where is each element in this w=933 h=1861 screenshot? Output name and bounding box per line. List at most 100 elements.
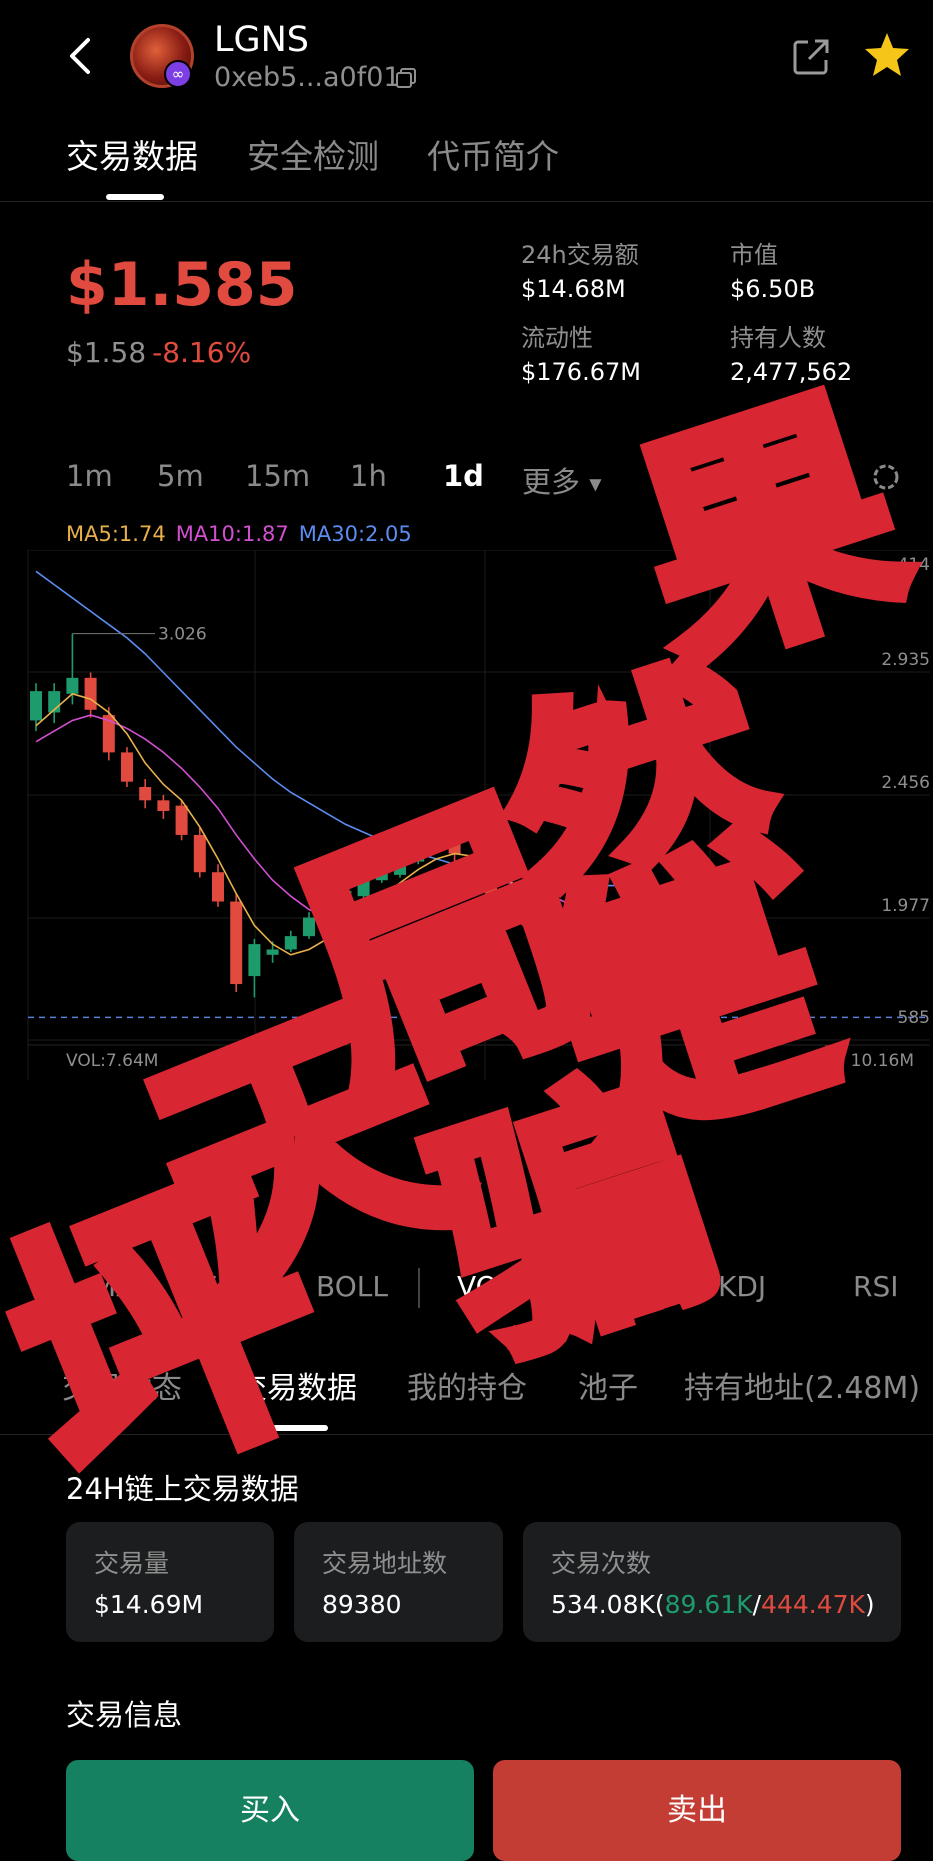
ma5-line (35, 692, 747, 975)
caret-down-icon: ▼ (589, 474, 602, 494)
interval-more[interactable]: 更多 ▼ (522, 459, 602, 501)
token-name: LGNS (214, 20, 310, 60)
tab-my-holdings[interactable]: 我的持仓 (407, 1363, 527, 1407)
txns-sells: 444.47K (761, 1590, 865, 1619)
chart-canvas: 3.026 414 2.935 2.456 1.977 585 VOL:7.64M 10.16… (27, 550, 930, 1080)
candle-body (139, 787, 152, 801)
candle-body (230, 901, 243, 985)
txns-card-label: 交易次数 (551, 1549, 652, 1578)
candle-body (121, 752, 133, 782)
candle-body (739, 965, 752, 982)
back-arrow-icon[interactable] (62, 34, 96, 78)
tab-holder-addresses[interactable]: 持有地址(2.48M) (684, 1363, 920, 1407)
vol-label: VOL:7.64M (66, 1051, 158, 1071)
current-price: $1.585 (66, 250, 298, 320)
interval-15m[interactable]: 15m (245, 459, 310, 493)
indicator-rsi[interactable]: RSI (853, 1270, 899, 1303)
copy-icon[interactable] (394, 66, 418, 90)
ma30-value: MA30:2.05 (298, 522, 412, 546)
candle-body (248, 944, 261, 977)
interval-1d[interactable]: 1d (443, 459, 484, 493)
candle-body (357, 877, 370, 897)
vol-max-label: 10.16M (851, 1051, 914, 1071)
tab-token-intro[interactable]: 代币简介 (427, 130, 559, 178)
y-tick-label: 414 (898, 555, 930, 575)
holders-label: 持有人数 (730, 324, 826, 352)
price-change: -8.16% (152, 336, 252, 369)
tab-trade-data-section[interactable]: 交易数据 (237, 1363, 357, 1407)
txns-card: 交易次数 534.08K(89.61K/444.47K) (523, 1522, 901, 1642)
ma10-line (35, 714, 747, 943)
indicator-boll[interactable]: BOLL (316, 1270, 388, 1303)
section-tabs: 交易动态 交易数据 我的持仓 池子 持有地址(2.48M) (0, 1355, 933, 1435)
ma10-value: MA10:1.87 (175, 522, 289, 546)
candle-body (303, 917, 315, 937)
high-price-label: 3.026 (158, 625, 207, 645)
interval-more-label: 更多 (522, 465, 581, 499)
candle-body (212, 872, 224, 902)
candle-body (539, 922, 552, 931)
candle-body (321, 893, 334, 918)
chart-settings-icon[interactable] (868, 459, 904, 495)
indicator-vol[interactable]: VOL (457, 1270, 513, 1303)
candle-body (594, 917, 607, 923)
candle-body (30, 691, 42, 721)
interval-1m[interactable]: 1m (66, 459, 113, 493)
indicator-ema[interactable]: EMA (200, 1270, 261, 1303)
volume-card: 交易量 $14.69M (66, 1522, 274, 1642)
addresses-card-value: 89380 (322, 1590, 402, 1619)
star-favorite-icon[interactable] (862, 30, 912, 80)
tab-security-check[interactable]: 安全检测 (247, 130, 379, 178)
candle-body (430, 837, 443, 849)
market-cap-label: 市值 (730, 241, 778, 269)
candle-body (485, 874, 497, 894)
candle-body (448, 837, 461, 854)
candle-body (375, 866, 388, 881)
ma30-line (35, 570, 746, 895)
onchain-section-title: 24H链上交易数据 (66, 1472, 299, 1506)
candle-body (557, 928, 570, 934)
candle-body (193, 834, 206, 873)
interval-selector: 1m 5m 15m 1h 1d 更多 ▼ (0, 455, 933, 505)
tab-trade-data[interactable]: 交易数据 (66, 130, 198, 178)
candle-body (521, 912, 534, 926)
candlestick-chart[interactable]: 3.026 414 2.935 2.456 1.977 585 VOL:7.64M 10.16… (0, 550, 933, 1080)
header: ∞ LGNS 0xeb5...a0f01 (0, 0, 933, 120)
candle-body (175, 805, 188, 835)
volume-24h-value: $14.68M (521, 275, 626, 303)
indicator-tabs: MA EMA BOLL VOL MACD KDJ RSI (0, 1262, 933, 1322)
active-section-indicator (272, 1425, 328, 1431)
top-tabs: 交易数据 安全检测 代币简介 (0, 120, 933, 202)
trade-info-title: 交易信息 (66, 1698, 183, 1732)
candle-body (84, 677, 97, 710)
tab-trade-activity[interactable]: 交易动态 (62, 1363, 182, 1407)
indicator-divider (418, 1268, 420, 1308)
chain-badge-icon: ∞ (164, 60, 192, 88)
tab-pool[interactable]: 池子 (578, 1363, 638, 1407)
txns-buys: 89.61K (664, 1590, 753, 1619)
volume-card-value: $14.69M (94, 1590, 204, 1619)
interval-1h[interactable]: 1h (350, 459, 387, 493)
txns-card-value: 534.08K(89.61K/444.47K) (551, 1590, 875, 1619)
sell-button[interactable]: 卖出 (493, 1760, 901, 1861)
y-tick-label: 2.935 (881, 650, 930, 670)
ma-legend: MA5:1.74 MA10:1.87 MA30:2.05 (66, 522, 412, 546)
addresses-card-label: 交易地址数 (322, 1549, 448, 1578)
candle-body (66, 677, 79, 694)
indicator-ma[interactable]: MA (92, 1270, 135, 1303)
share-icon[interactable] (790, 36, 832, 78)
holders-value: 2,477,562 (730, 358, 853, 386)
y-tick-label: 2.456 (881, 773, 930, 793)
candle-body (284, 936, 297, 950)
buy-button[interactable]: 买入 (66, 1760, 474, 1861)
indicator-kdj[interactable]: KDJ (718, 1270, 766, 1303)
active-tab-indicator (106, 194, 164, 200)
overlay-char-4: 骗 (403, 1037, 744, 1405)
indicator-macd[interactable]: MACD (574, 1270, 658, 1303)
liquidity-value: $176.67M (521, 358, 641, 386)
market-cap-value: $6.50B (730, 275, 816, 303)
txns-total: 534.08K (551, 1590, 655, 1619)
interval-5m[interactable]: 5m (157, 459, 204, 493)
candle-body (394, 856, 406, 875)
candle-body (266, 949, 279, 955)
